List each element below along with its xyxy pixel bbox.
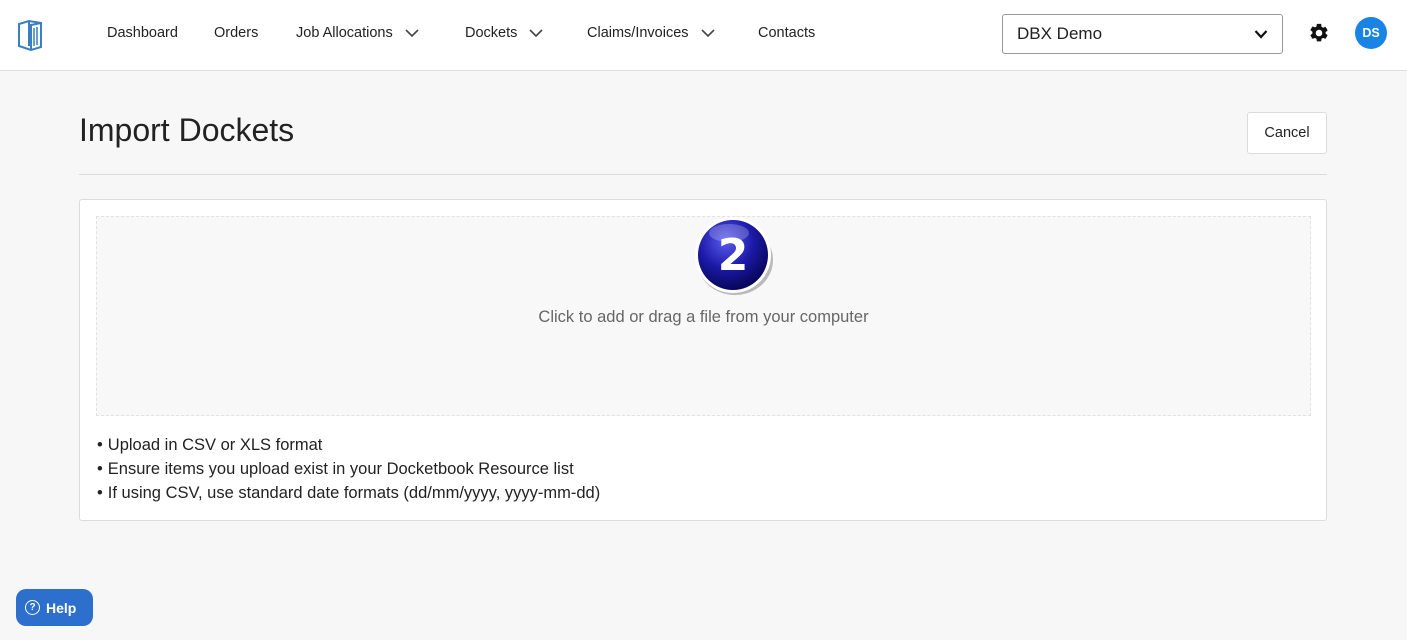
nav-item-dashboard[interactable]: Dashboard [107,24,178,42]
dropzone-instruction: Click to add or drag a file from your co… [538,308,869,326]
nav-item-dockets[interactable]: Dockets [465,24,543,42]
chevron-down-icon [529,28,543,37]
avatar-initials: DS [1362,26,1380,40]
docketbook-logo-icon[interactable] [17,19,43,51]
step-number-badge: 2 [695,217,773,295]
organization-select[interactable]: DBX Demo [1002,14,1283,54]
nav-item-claims-invoices[interactable]: Claims/Invoices [587,24,715,42]
cancel-button[interactable]: Cancel [1247,112,1327,154]
user-avatar[interactable]: DS [1355,17,1387,49]
cancel-button-label: Cancel [1264,125,1310,141]
organization-select-value: DBX Demo [1017,24,1103,43]
nav-label: Contacts [758,25,816,41]
nav-item-orders[interactable]: Orders [214,24,258,42]
import-card: 2 Click to add or drag a file from your … [79,199,1327,521]
chevron-down-icon [405,28,419,37]
nav-label: Orders [214,25,259,41]
step-number-text: 2 [718,230,749,281]
help-button[interactable]: ? Help [16,589,93,626]
gear-icon[interactable] [1308,22,1330,44]
top-navbar: Dashboard Orders Job Allocations Dockets… [0,0,1407,71]
nav-label: Dashboard [107,25,178,41]
header-divider [79,174,1327,175]
upload-notes-list: Upload in CSV or XLS format Ensure items… [97,433,600,505]
list-item: Upload in CSV or XLS format [97,433,600,457]
list-item: Ensure items you upload exist in your Do… [97,457,600,481]
nav-item-job-allocations[interactable]: Job Allocations [296,24,419,42]
file-dropzone[interactable]: 2 Click to add or drag a file from your … [96,216,1311,416]
nav-label: Dockets [465,25,518,41]
chevron-down-icon [1254,30,1268,39]
help-button-label: Help [46,599,77,616]
page-title: Import Dockets [79,112,295,148]
question-circle-icon: ? [25,600,40,615]
chevron-down-icon [700,28,715,37]
nav-label: Claims/Invoices [587,25,689,41]
nav-label: Job Allocations [296,25,393,41]
nav-item-contacts[interactable]: Contacts [758,24,815,42]
list-item: If using CSV, use standard date formats … [97,481,600,505]
